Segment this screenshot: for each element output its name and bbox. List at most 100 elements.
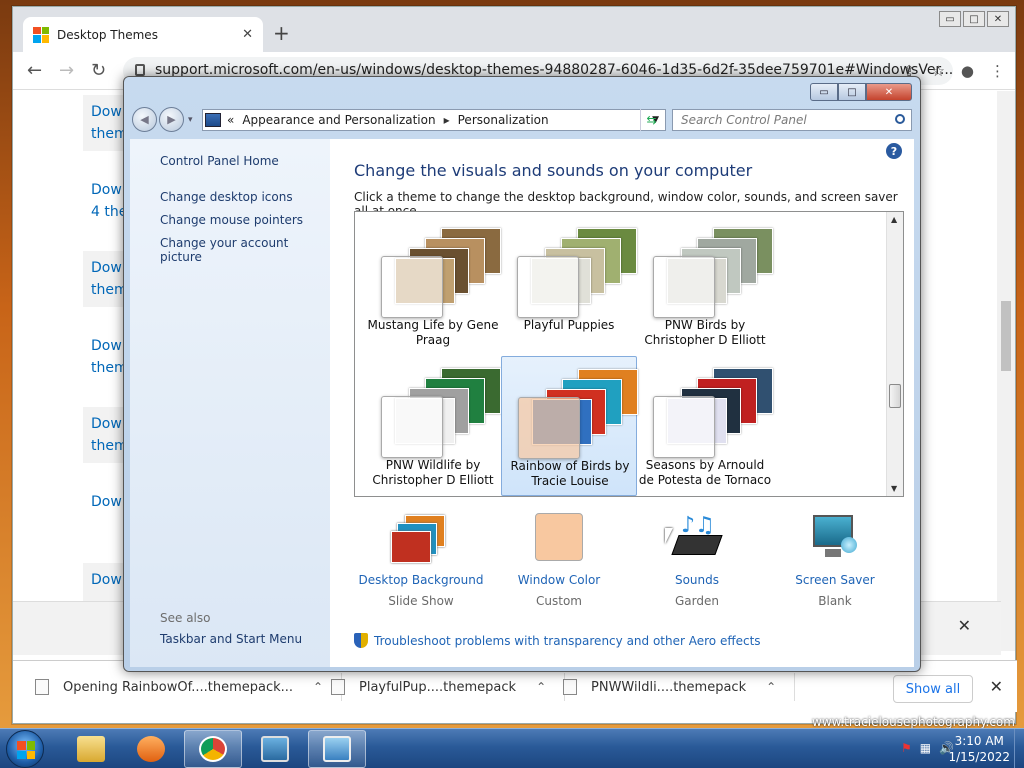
theme-color-swatch bbox=[653, 256, 715, 318]
desktop-background-icon bbox=[391, 513, 451, 565]
see-also-label: See also bbox=[160, 611, 211, 625]
change-desktop-icons-link[interactable]: Change desktop icons bbox=[160, 190, 293, 204]
back-icon[interactable]: ← bbox=[27, 60, 42, 81]
theme-list-scrollbar[interactable]: ▲ ▼ bbox=[886, 212, 903, 496]
theme-tile[interactable]: PNW Wildlife by Christopher D Elliott bbox=[365, 356, 501, 496]
main-pane: ? Change the visuals and sounds on your … bbox=[354, 139, 914, 667]
theme-color-swatch bbox=[517, 256, 579, 318]
file-icon bbox=[331, 679, 345, 695]
breadcrumb-item[interactable]: Appearance and Personalization bbox=[242, 113, 435, 127]
theme-color-swatch bbox=[381, 396, 443, 458]
option-label: Window Color bbox=[517, 573, 601, 587]
option-label: Screen Saver bbox=[795, 573, 875, 587]
theme-name: Rainbow of Birds by Tracie Louise bbox=[510, 459, 630, 488]
forward-arrow-icon[interactable]: ▶ bbox=[159, 107, 184, 132]
download-item[interactable]: PNWWildli....themepack ⌃ bbox=[563, 673, 796, 701]
left-pane: Control Panel Home Change desktop icons … bbox=[130, 139, 330, 667]
theme-tile[interactable]: Seasons by Arnould de Potesta de Tornaco bbox=[637, 356, 773, 496]
option-value: Garden bbox=[675, 594, 719, 608]
theme-tile[interactable]: PNW Birds by Christopher D Elliott bbox=[637, 216, 773, 356]
cp-maximize-button[interactable]: □ bbox=[838, 83, 866, 101]
breadcrumb-overflow[interactable]: « bbox=[227, 113, 234, 127]
show-all-button[interactable]: Show all bbox=[893, 675, 973, 703]
chevron-up-icon[interactable]: ⌃ bbox=[536, 680, 546, 694]
cp-close-button[interactable]: ✕ bbox=[866, 83, 912, 101]
download-name: PNWWildli....themepack bbox=[591, 679, 747, 695]
theme-color-swatch bbox=[381, 256, 443, 318]
minimize-button[interactable]: ▭ bbox=[939, 11, 961, 27]
chrome-taskbar-button[interactable] bbox=[184, 730, 242, 768]
scroll-down-icon[interactable]: ▼ bbox=[891, 484, 897, 493]
close-button[interactable]: ✕ bbox=[987, 11, 1009, 27]
notice-close-icon[interactable]: ✕ bbox=[958, 616, 971, 635]
sounds-icon: ♪♫ bbox=[667, 513, 727, 565]
recent-pages-dropdown[interactable]: ▾ bbox=[188, 115, 193, 125]
back-arrow-icon[interactable]: ◀ bbox=[132, 107, 157, 132]
option-label: Sounds bbox=[674, 573, 720, 587]
theme-tile[interactable]: Playful Puppies bbox=[501, 216, 637, 356]
windows-logo-icon bbox=[17, 741, 35, 759]
shield-icon bbox=[354, 633, 368, 648]
taskbar: ⚑ ▦ 🔊 3:10 AM 1/15/2022 bbox=[0, 728, 1024, 768]
desktop-background-option[interactable]: Desktop Background Slide Show bbox=[346, 513, 496, 608]
control-panel-home-link[interactable]: Control Panel Home bbox=[160, 154, 279, 168]
control-panel-window: ▭ □ ✕ ◀ ▶ ▾ « Appearance and Personaliza… bbox=[123, 76, 921, 672]
window-color-option[interactable]: Window Color Custom bbox=[484, 513, 634, 608]
personalization-taskbar-button[interactable] bbox=[246, 730, 304, 768]
refresh-icon[interactable]: ⇆ bbox=[640, 109, 662, 131]
troubleshoot-link[interactable]: Troubleshoot problems with transparency … bbox=[354, 633, 761, 648]
start-button[interactable] bbox=[6, 730, 44, 768]
browser-tab[interactable]: Desktop Themes ✕ bbox=[23, 17, 263, 52]
troubleshoot-text: Troubleshoot problems with transparency … bbox=[374, 633, 761, 648]
page-scroll-thumb[interactable] bbox=[1001, 301, 1011, 371]
control-panel-icon bbox=[323, 736, 351, 762]
help-icon[interactable]: ? bbox=[886, 143, 902, 159]
theme-preview bbox=[518, 367, 638, 459]
network-icon[interactable]: ▦ bbox=[920, 741, 931, 755]
screen-saver-option[interactable]: Screen Saver Blank bbox=[760, 513, 910, 608]
breadcrumb-separator[interactable]: ▸ bbox=[444, 113, 450, 127]
cp-minimize-button[interactable]: ▭ bbox=[810, 83, 838, 101]
menu-icon[interactable]: ⋮ bbox=[990, 62, 1005, 80]
download-name: PlayfulPup....themepack bbox=[359, 679, 517, 695]
action-center-icon[interactable]: ⚑ bbox=[901, 741, 912, 755]
search-icon[interactable] bbox=[895, 114, 905, 124]
scroll-up-icon[interactable]: ▲ bbox=[891, 215, 897, 224]
taskbar-start-menu-link[interactable]: Taskbar and Start Menu bbox=[160, 632, 302, 646]
profile-icon[interactable]: ● bbox=[961, 62, 974, 80]
forward-icon[interactable]: → bbox=[59, 60, 74, 81]
download-item[interactable]: PlayfulPup....themepack ⌃ bbox=[331, 673, 566, 701]
change-mouse-pointers-link[interactable]: Change mouse pointers bbox=[160, 213, 303, 227]
media-player-taskbar-button[interactable] bbox=[122, 730, 180, 768]
theme-tile[interactable]: Mustang Life by Gene Praag bbox=[365, 216, 501, 356]
sounds-option[interactable]: ♪♫ Sounds Garden bbox=[622, 513, 772, 608]
mouse-cursor-icon bbox=[665, 528, 673, 544]
browser-window-controls: ▭ □ ✕ bbox=[939, 11, 1009, 27]
theme-name: Mustang Life by Gene Praag bbox=[367, 318, 499, 347]
watermark: www.tracielousephotography.com bbox=[812, 715, 1015, 729]
theme-list: Mustang Life by Gene Praag Playful Puppi… bbox=[354, 211, 904, 497]
explorer-taskbar-button[interactable] bbox=[62, 730, 120, 768]
breadcrumb[interactable]: « Appearance and Personalization ▸ Perso… bbox=[202, 109, 666, 131]
page-scrollbar[interactable] bbox=[997, 91, 1015, 651]
change-account-picture-link[interactable]: Change your account picture bbox=[160, 236, 330, 264]
chevron-up-icon[interactable]: ⌃ bbox=[313, 680, 323, 694]
maximize-button[interactable]: □ bbox=[963, 11, 985, 27]
microsoft-logo-icon bbox=[33, 26, 49, 43]
scroll-thumb[interactable] bbox=[889, 384, 901, 408]
clock-time: 3:10 AM bbox=[954, 734, 1004, 748]
clock[interactable]: 3:10 AM 1/15/2022 bbox=[948, 733, 1010, 765]
download-item[interactable]: Opening RainbowOf....themepack... ⌃ bbox=[35, 673, 343, 701]
downloads-close-icon[interactable]: ✕ bbox=[990, 677, 1003, 696]
control-panel-taskbar-button[interactable] bbox=[308, 730, 366, 768]
new-tab-button[interactable]: + bbox=[273, 21, 290, 45]
show-desktop-button[interactable] bbox=[1014, 729, 1024, 768]
reload-icon[interactable]: ↻ bbox=[91, 60, 106, 81]
control-panel-icon bbox=[205, 113, 221, 127]
theme-tile-selected[interactable]: Rainbow of Birds by Tracie Louise bbox=[501, 356, 638, 496]
breadcrumb-item[interactable]: Personalization bbox=[458, 113, 549, 127]
chevron-up-icon[interactable]: ⌃ bbox=[766, 680, 776, 694]
search-input[interactable]: Search Control Panel bbox=[672, 109, 912, 131]
tab-close-icon[interactable]: ✕ bbox=[242, 27, 253, 42]
star-icon[interactable]: ☆ bbox=[931, 62, 944, 80]
